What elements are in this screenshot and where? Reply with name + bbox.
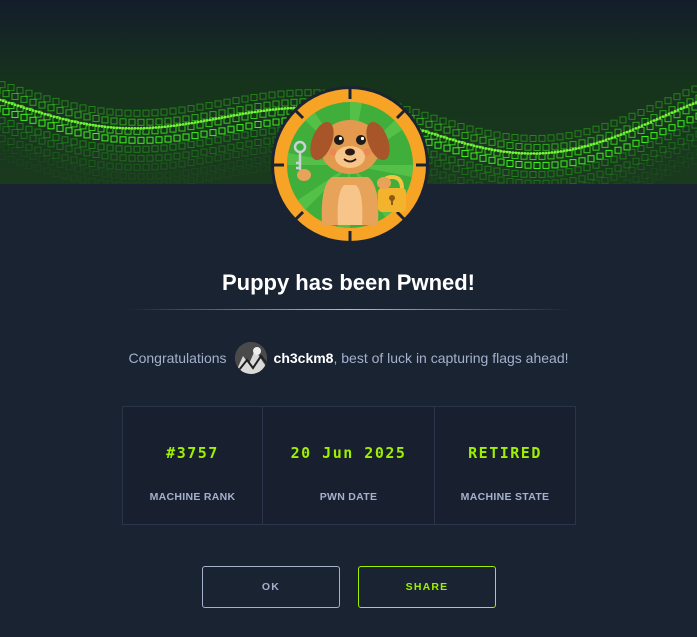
congrats-prefix: Congratulations [128, 350, 227, 366]
machine-state-label: MACHINE STATE [460, 491, 550, 503]
stats-panel: #3757 MACHINE RANK 20 Jun 2025 PWN DATE … [122, 406, 576, 525]
machine-badge-icon [270, 85, 430, 245]
stat-pwn-date: 20 Jun 2025 PWN DATE [262, 407, 434, 524]
stat-machine-state: RETIRED MACHINE STATE [434, 407, 575, 524]
username: ch3ckm8 [273, 350, 334, 366]
stat-machine-rank: #3757 MACHINE RANK [123, 407, 262, 524]
pwn-date-value: 20 Jun 2025 [290, 444, 407, 462]
machine-rank-label: MACHINE RANK [149, 491, 236, 503]
pwn-date-label: PWN DATE [319, 491, 378, 503]
title-divider [128, 309, 569, 310]
machine-rank-value: #3757 [166, 444, 219, 462]
congrats-suffix: , best of luck in capturing flags ahead! [333, 350, 569, 366]
page-title: Puppy has been Pwned! [221, 270, 476, 295]
ok-button[interactable]: OK [202, 566, 340, 608]
machine-state-value: RETIRED [468, 444, 542, 462]
congrats-message: Congratulations ch3ckm8 , best of luck i… [0, 342, 697, 374]
share-button[interactable]: SHARE [358, 566, 496, 608]
user-avatar [234, 342, 267, 374]
